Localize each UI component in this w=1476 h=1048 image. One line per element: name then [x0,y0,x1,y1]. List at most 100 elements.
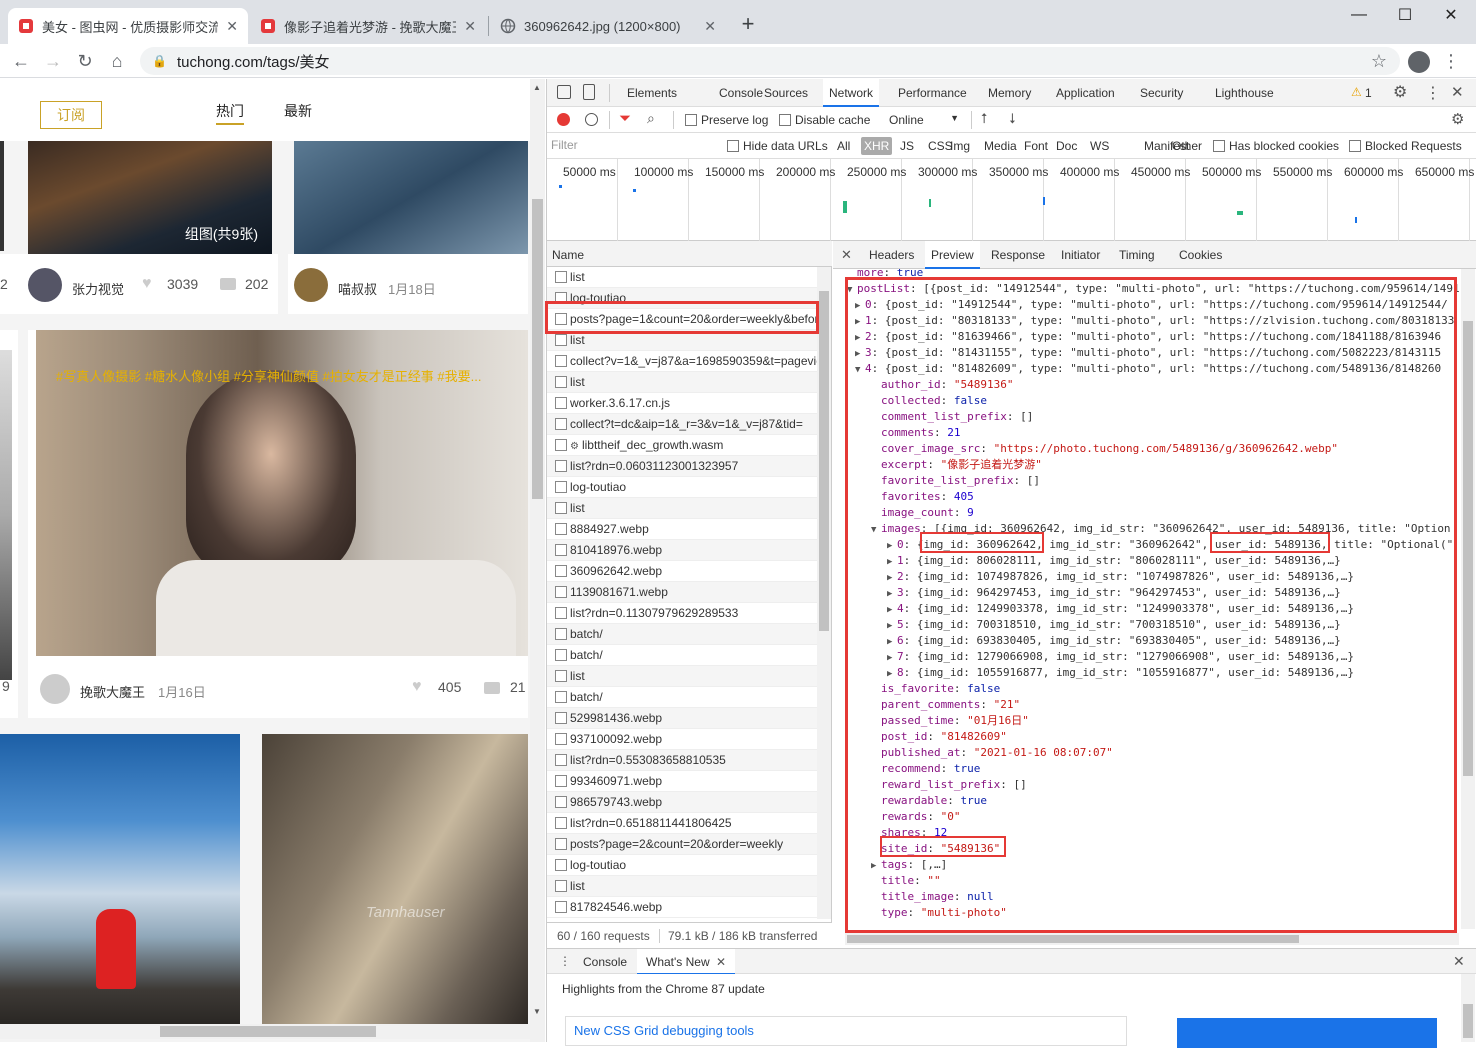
filter-type-doc[interactable]: Doc [1053,137,1080,155]
drawer-tab-whats-new[interactable]: What's New ✕ [637,949,736,975]
close-icon[interactable]: ✕ [716,955,726,969]
request-row[interactable]: list [547,876,817,897]
close-drawer-icon[interactable]: ✕ [1453,953,1465,970]
filter-type-other[interactable]: Other [1169,137,1205,155]
request-row[interactable]: batch/ [547,645,817,666]
filter-type-media[interactable]: Media [981,137,1020,155]
throttle-select[interactable]: Online ▼ [889,113,959,127]
detail-tab-cookies[interactable]: Cookies [1179,241,1222,269]
filter-type-font[interactable]: Font [1021,137,1051,155]
network-overview-timeline[interactable]: 50000 ms 100000 ms 150000 ms 200000 ms 25000… [547,159,1476,241]
author-name[interactable]: 张力视觉 [72,279,124,298]
address-bar[interactable]: 🔒 tuchong.com/tags/美女 [140,47,1400,75]
filter-type-xhr[interactable]: XHR [861,137,893,155]
page-vertical-scrollbar[interactable]: ▲ ▼ [530,79,545,1042]
photo-card-2-image[interactable] [294,141,528,254]
request-row[interactable]: 937100092.webp [547,729,817,750]
name-column-header[interactable]: Name [547,241,832,267]
close-icon[interactable]: ✕ [704,18,716,35]
request-row[interactable]: collect?v=1&_v=j87&a=1698590359&t=pagevi… [547,351,817,372]
maximize-icon[interactable]: ☐ [1381,0,1429,30]
request-row[interactable]: 810418976.webp [547,540,817,561]
menu-kebab-icon[interactable]: ⋮ [1440,50,1462,72]
request-row[interactable]: 8884927.webp [547,519,817,540]
author-name[interactable]: 挽歌大魔王 [80,682,145,701]
tab-hot[interactable]: 热门 [216,101,244,125]
photo-tags[interactable]: #写真人像摄影 #糖水人像小组 #分享神仙颜值 #拍女友才是正经事 #我要... [56,366,516,385]
devtools-tab-lighthouse[interactable]: Lighthouse [1215,79,1274,107]
request-row[interactable]: list?rdn=0.06031123001323957 [547,456,817,477]
request-row[interactable]: batch/ [547,624,817,645]
detail-tab-preview[interactable]: Preview [925,241,980,269]
request-row[interactable]: posts?page=2&count=20&order=weekly [547,834,817,855]
avatar[interactable] [28,268,62,302]
author-name[interactable]: 喵叔叔 [338,279,377,298]
request-row[interactable]: 1139081671.webp [547,582,817,603]
photo-card-4-image[interactable] [0,734,240,1024]
request-row[interactable]: log-toutiao [547,477,817,498]
request-row[interactable]: 529981436.webp [547,708,817,729]
new-tab-button[interactable]: + [736,12,760,36]
blocked-requests-checkbox[interactable]: Blocked Requests [1349,139,1462,153]
request-row[interactable]: list?rdn=0.11307979629289533 [547,603,817,624]
export-har-icon[interactable]: ⭣ [1009,110,1016,127]
more-kebab-icon[interactable]: ⋮ [1425,83,1441,103]
photo-card-1-image[interactable]: 组图(共9张) [28,141,272,254]
devtools-tab-console[interactable]: Console [719,79,763,107]
tab-image[interactable]: 360962642.jpg (1200×800) ✕ [490,8,726,44]
network-settings-icon[interactable]: ⚙ [1451,110,1464,128]
devtools-tab-elements[interactable]: Elements [627,79,677,107]
request-row[interactable]: list?rdn=0.553083658810535 [547,750,817,771]
preserve-log-checkbox[interactable]: Preserve log [685,113,768,127]
close-detail-icon[interactable]: ✕ [841,247,852,263]
window-close-icon[interactable]: ✕ [1427,0,1475,30]
photo-card-5-image[interactable]: Tannhauser [262,734,528,1024]
drawer-tab-console[interactable]: Console [583,955,627,969]
comment-icon[interactable] [220,278,236,290]
forward-icon[interactable]: → [42,50,64,72]
devtools-tab-network[interactable]: Network [823,79,880,107]
devtools-tab-security[interactable]: Security [1140,79,1183,107]
close-icon[interactable]: ✕ [464,18,476,35]
request-row[interactable]: log-toutiao [547,855,817,876]
avatar[interactable] [294,268,328,302]
request-row[interactable]: 360962642.webp [547,561,817,582]
request-row[interactable]: collect?t=dc&aip=1&_r=3&v=1&_v=j87&tid= [547,414,817,435]
devtools-tab-memory[interactable]: Memory [988,79,1031,107]
detail-tab-initiator[interactable]: Initiator [1061,241,1100,269]
filter-input[interactable]: Filter [551,138,711,152]
import-har-icon[interactable]: ⭡ [981,110,988,127]
comment-icon[interactable] [484,682,500,694]
tab-post[interactable]: 像影子追着光梦游 - 挽歌大魔王 ✕ [250,8,486,44]
request-row[interactable]: list [547,666,817,687]
devtools-tab-performance[interactable]: Performance [898,79,967,107]
tab-latest[interactable]: 最新 [284,101,312,121]
photo-card-3-image[interactable]: #写真人像摄影 #糖水人像小组 #分享神仙颜值 #拍女友才是正经事 #我要... [36,330,528,656]
request-row[interactable]: worker.3.6.17.cn.js [547,393,817,414]
subscribe-button[interactable]: 订阅 [40,101,102,129]
device-toolbar-icon[interactable] [583,84,595,100]
close-icon[interactable]: ✕ [226,18,238,35]
tab-meinv[interactable]: 美女 - 图虫网 - 优质摄影师交流社区 ✕ [8,8,248,44]
preview-v-scrollbar[interactable] [1461,269,1475,929]
request-row[interactable]: list [547,498,817,519]
request-row[interactable]: batch/ [547,687,817,708]
record-icon[interactable] [557,113,570,126]
whats-new-card-link[interactable]: New CSS Grid debugging tools [574,1023,754,1038]
minimize-icon[interactable]: — [1335,0,1383,30]
clear-icon[interactable] [585,113,598,126]
avatar[interactable] [40,674,70,704]
request-row[interactable]: list [547,372,817,393]
inspect-element-icon[interactable] [557,85,571,99]
bookmark-star-icon[interactable]: ☆ [1368,50,1390,72]
filter-type-img[interactable]: Img [947,137,973,155]
requests-scrollbar[interactable] [817,267,831,919]
drawer-scrollbar[interactable] [1461,974,1475,1042]
filter-funnel-icon[interactable]: ⏷ [619,110,631,127]
heart-icon[interactable]: ♥ [142,275,152,293]
request-row[interactable]: list [547,267,817,288]
filter-type-ws[interactable]: WS [1087,137,1112,155]
detail-tab-response[interactable]: Response [991,241,1045,269]
back-icon[interactable]: ← [10,50,32,72]
devtools-tab-sources[interactable]: Sources [764,79,808,107]
